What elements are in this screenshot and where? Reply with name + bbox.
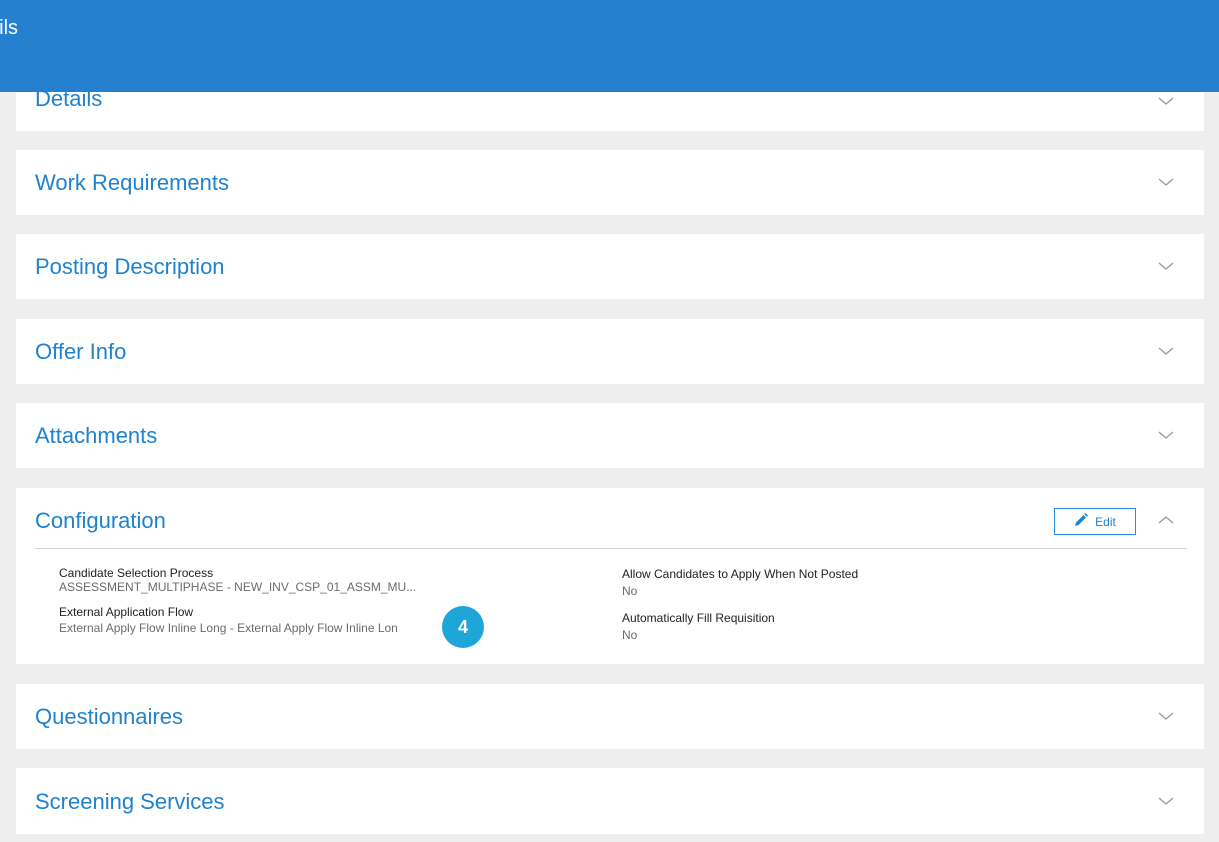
chevron-down-icon[interactable]	[1157, 711, 1175, 721]
section-offer-info[interactable]: Offer Info	[16, 319, 1204, 384]
edit-button-label: Edit	[1095, 514, 1116, 529]
section-work-requirements[interactable]: Work Requirements	[16, 150, 1204, 215]
page-header: ails	[0, 0, 1219, 92]
section-title-screening-services: Screening Services	[35, 789, 225, 814]
allow-apply-label: Allow Candidates to Apply When Not Poste…	[622, 567, 859, 581]
section-title-work-requirements: Work Requirements	[35, 170, 229, 195]
chevron-down-icon[interactable]	[1157, 261, 1175, 271]
section-title-configuration: Configuration	[35, 508, 166, 533]
section-questionnaires[interactable]: Questionnaires	[16, 684, 1204, 749]
auto-fill-label: Automatically Fill Requisition	[622, 611, 775, 625]
section-configuration: Configuration Edit Candidate Selection P…	[16, 488, 1204, 664]
section-title-attachments: Attachments	[35, 423, 158, 448]
candidate-selection-value: ASSESSMENT_MULTIPHASE - NEW_INV_CSP_01_A…	[59, 580, 417, 594]
page-title: ails	[0, 17, 19, 39]
external-flow-value: External Apply Flow Inline Long - Extern…	[59, 621, 398, 635]
allow-apply-value: No	[622, 584, 638, 598]
section-title-offer-info: Offer Info	[35, 339, 127, 364]
section-attachments[interactable]: Attachments	[16, 403, 1204, 468]
external-flow-label: External Application Flow	[59, 605, 194, 619]
chevron-up-icon[interactable]	[1157, 515, 1175, 525]
pencil-icon	[1074, 513, 1089, 530]
step-badge: 4	[442, 606, 484, 648]
section-title-posting-description: Posting Description	[35, 254, 225, 279]
chevron-down-icon[interactable]	[1157, 430, 1175, 440]
chevron-down-icon[interactable]	[1157, 346, 1175, 356]
chevron-down-icon[interactable]	[1157, 96, 1175, 106]
section-posting-description[interactable]: Posting Description	[16, 234, 1204, 299]
section-title-questionnaires: Questionnaires	[35, 704, 183, 729]
section-divider	[35, 548, 1187, 549]
section-screening-services[interactable]: Screening Services	[16, 768, 1204, 834]
candidate-selection-label: Candidate Selection Process	[59, 566, 214, 580]
edit-button[interactable]: Edit	[1054, 508, 1136, 535]
chevron-down-icon[interactable]	[1157, 796, 1175, 806]
chevron-down-icon[interactable]	[1157, 177, 1175, 187]
auto-fill-value: No	[622, 628, 638, 642]
